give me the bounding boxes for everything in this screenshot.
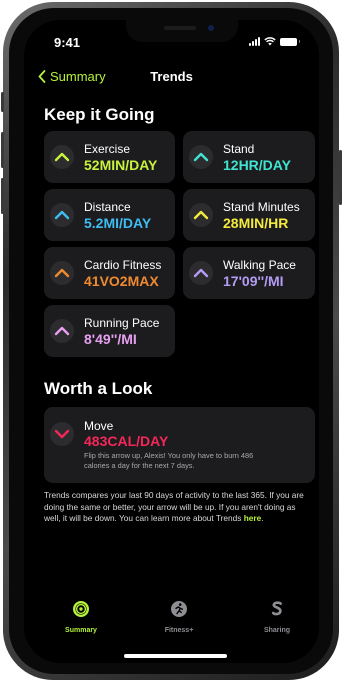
trend-arrow-badge bbox=[50, 261, 74, 285]
trend-label: Stand Minutes bbox=[223, 200, 300, 214]
trend-arrow-badge bbox=[189, 261, 213, 285]
navigation-bar: Summary Trends bbox=[24, 69, 319, 87]
sharing-icon bbox=[271, 601, 282, 616]
running-figure-icon bbox=[171, 601, 187, 617]
chevron-down-icon bbox=[54, 429, 70, 439]
status-icons bbox=[249, 37, 300, 46]
cellular-signal-icon bbox=[249, 37, 260, 46]
trend-value: 41VO2MAX bbox=[84, 273, 159, 289]
notch bbox=[126, 20, 238, 42]
trend-value: 17'09''/MI bbox=[223, 273, 284, 289]
volume-up-button bbox=[1, 132, 4, 168]
trend-value: 8'49''/MI bbox=[84, 331, 137, 347]
trend-arrow-badge bbox=[50, 203, 74, 227]
chevron-up-icon bbox=[193, 210, 209, 220]
trend-label: Distance bbox=[84, 200, 131, 214]
trend-card-exercise[interactable]: Exercise 52MIN/DAY bbox=[44, 131, 175, 183]
tab-summary[interactable]: Summary bbox=[46, 600, 116, 634]
power-button bbox=[339, 150, 342, 205]
trend-value: 28MIN/HR bbox=[223, 215, 289, 231]
section-title-keep-going: Keep it Going bbox=[44, 105, 155, 124]
phone-screen: 9:41 Summary Trends Keep it Going Exerci… bbox=[24, 20, 319, 663]
trend-label: Cardio Fitness bbox=[84, 258, 162, 272]
chevron-up-icon bbox=[193, 268, 209, 278]
trend-card-distance[interactable]: Distance 5.2MI/DAY bbox=[44, 189, 175, 241]
page-title: Trends bbox=[150, 69, 193, 84]
trend-card-walking-pace[interactable]: Walking Pace 17'09''/MI bbox=[183, 247, 315, 299]
description-suffix: . bbox=[261, 513, 264, 524]
trend-arrow-badge bbox=[50, 422, 74, 446]
silent-switch bbox=[1, 92, 4, 112]
wifi-icon bbox=[264, 37, 276, 46]
status-time: 9:41 bbox=[54, 35, 81, 50]
trend-value: 52MIN/DAY bbox=[84, 157, 158, 173]
trends-description: Trends compares your last 90 days of act… bbox=[44, 490, 312, 525]
trend-label: Exercise bbox=[84, 142, 131, 156]
trend-arrow-badge bbox=[189, 145, 213, 169]
trend-note: Flip this arrow up, Alexis! You only hav… bbox=[84, 451, 254, 470]
trend-card-running-pace[interactable]: Running Pace 8'49''/MI bbox=[44, 305, 175, 357]
home-indicator[interactable] bbox=[124, 654, 227, 658]
front-camera bbox=[208, 25, 214, 31]
tab-fitness-plus[interactable]: Fitness+ bbox=[144, 600, 214, 634]
chevron-up-icon bbox=[54, 210, 70, 220]
trend-card-stand[interactable]: Stand 12HR/DAY bbox=[183, 131, 315, 183]
section-title-worth-look: Worth a Look bbox=[44, 379, 153, 398]
trend-arrow-badge bbox=[50, 145, 74, 169]
speaker-grille bbox=[164, 26, 196, 30]
trend-label: Stand bbox=[223, 142, 255, 156]
tab-label: Summary bbox=[65, 627, 97, 634]
trend-value: 12HR/DAY bbox=[223, 157, 291, 173]
trend-arrow-badge bbox=[189, 203, 213, 227]
battery-icon bbox=[280, 37, 300, 46]
trend-arrow-badge bbox=[50, 319, 74, 343]
trend-card-move[interactable]: Move 483CAL/DAY Flip this arrow up, Alex… bbox=[44, 407, 315, 483]
volume-down-button bbox=[1, 178, 4, 214]
trend-label: Move bbox=[84, 419, 114, 433]
tab-label: Fitness+ bbox=[164, 627, 194, 634]
chevron-up-icon bbox=[54, 152, 70, 162]
trend-label: Running Pace bbox=[84, 316, 160, 330]
trend-value: 483CAL/DAY bbox=[84, 433, 169, 449]
trend-value: 5.2MI/DAY bbox=[84, 215, 152, 231]
description-text: Trends compares your last 90 days of act… bbox=[44, 490, 304, 524]
trend-card-cardio-fitness[interactable]: Cardio Fitness 41VO2MAX bbox=[44, 247, 175, 299]
tab-bar: Summary Fitness+ Sharing bbox=[24, 600, 319, 640]
tab-sharing[interactable]: Sharing bbox=[242, 600, 312, 634]
trend-card-stand-minutes[interactable]: Stand Minutes 28MIN/HR bbox=[183, 189, 315, 241]
trend-label: Walking Pace bbox=[223, 258, 296, 272]
chevron-up-icon bbox=[54, 268, 70, 278]
learn-more-link[interactable]: here bbox=[244, 513, 262, 523]
chevron-up-icon bbox=[193, 152, 209, 162]
chevron-up-icon bbox=[54, 326, 70, 336]
activity-rings-icon bbox=[73, 601, 89, 617]
tab-label: Sharing bbox=[263, 627, 291, 634]
